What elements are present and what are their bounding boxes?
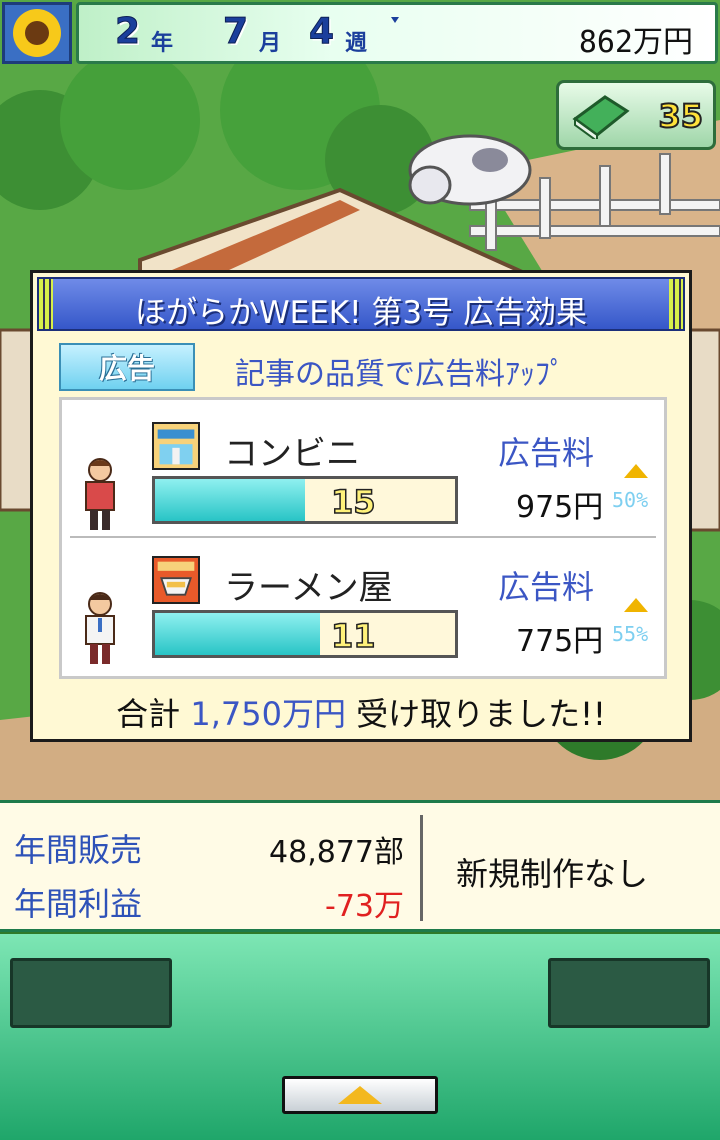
ad-level-bar-fill xyxy=(155,479,305,521)
increase-percent: 50% xyxy=(612,488,649,512)
sponsor-person-icon xyxy=(85,458,115,530)
total-row: 合計 1,750万円 受け取りました!! xyxy=(33,689,689,735)
year-unit: 年 xyxy=(151,31,174,56)
total-amount: 1,750万円 xyxy=(190,695,346,733)
up-arrow-icon xyxy=(624,464,648,478)
ad-fee-value: 775円 xyxy=(516,624,604,659)
cow xyxy=(408,134,532,206)
left-soft-button[interactable] xyxy=(10,958,172,1028)
ad-effect-dialog[interactable]: ほがらかWEEK! 第3号 広告効果 広告 記事の品質で広告料ｱｯﾌﾟ コンビニ… xyxy=(30,270,692,742)
ad-level-bar: 11 xyxy=(152,610,458,658)
annual-profit-value: -73万 xyxy=(325,889,404,924)
week-number: 4 xyxy=(308,11,335,53)
production-status: 新規制作なし xyxy=(456,855,649,893)
ad-tag-label: 広告 xyxy=(98,352,155,385)
book-count: 35 xyxy=(657,96,704,136)
stats-panel: 年間販売 48,877部 年間利益 -73万 新規制作なし xyxy=(0,800,720,932)
annual-sales-value: 48,877部 xyxy=(269,835,404,870)
top-bar: 2 年 7 月 4 週 862万円 xyxy=(0,0,720,68)
right-soft-button[interactable] xyxy=(548,958,710,1028)
total-suffix: 受け取りました!! xyxy=(356,695,606,733)
ad-level-bar-fill xyxy=(155,613,320,655)
month-unit: 月 xyxy=(259,31,282,56)
month-number: 7 xyxy=(222,11,249,53)
ad-level-bar: 15 xyxy=(152,476,458,524)
money-display: 862万円 xyxy=(578,25,693,60)
week-unit: 週 xyxy=(345,31,368,56)
up-arrow-icon xyxy=(624,598,648,612)
ad-fee-label: 広告料 xyxy=(498,568,595,606)
open-menu-button[interactable] xyxy=(282,1076,438,1114)
ad-fee-value: 975円 xyxy=(516,490,604,525)
convenience-store-icon xyxy=(152,422,200,470)
ad-row-ramen-shop: ラーメン屋 広告料 11 775円 55% xyxy=(62,540,664,670)
green-book-icon xyxy=(572,95,630,139)
ad-level-value: 15 xyxy=(330,482,376,522)
book-counter-button[interactable]: 35 xyxy=(556,80,716,150)
sunflower-menu-button[interactable] xyxy=(2,2,72,64)
bottom-controls xyxy=(0,934,720,1140)
sponsor-person-icon xyxy=(85,592,115,664)
up-triangle-icon xyxy=(338,1086,382,1104)
ad-fee-label: 広告料 xyxy=(498,434,595,472)
shop-name: コンビニ xyxy=(224,434,360,474)
ad-list: コンビニ 広告料 15 975円 50% ラーメン屋 広告料 11 775円 5… xyxy=(59,397,667,679)
stats-divider xyxy=(420,815,423,921)
date-panel: 2 年 7 月 4 週 862万円 xyxy=(76,2,718,64)
annual-sales-label: 年間販売 xyxy=(14,831,143,869)
ad-level-value: 11 xyxy=(330,616,376,656)
increase-percent: 55% xyxy=(612,622,649,646)
annual-profit-label: 年間利益 xyxy=(14,885,143,923)
shop-name: ラーメン屋 xyxy=(224,568,393,608)
ad-tag: 広告 xyxy=(59,343,195,391)
ad-subtitle: 記事の品質で広告料ｱｯﾌﾟ xyxy=(235,357,565,392)
dialog-title-bar: ほがらかWEEK! 第3号 広告効果 xyxy=(37,277,685,331)
week-marker-icon xyxy=(391,17,399,23)
total-prefix: 合計 xyxy=(116,695,181,733)
year-number: 2 xyxy=(114,11,141,53)
ramen-shop-icon xyxy=(152,556,200,604)
ad-row-convenience-store: コンビニ 広告料 15 975円 50% xyxy=(62,406,664,536)
row-divider xyxy=(70,536,656,538)
dialog-title: ほがらかWEEK! 第3号 広告効果 xyxy=(134,295,587,331)
sunflower-icon xyxy=(13,9,61,57)
